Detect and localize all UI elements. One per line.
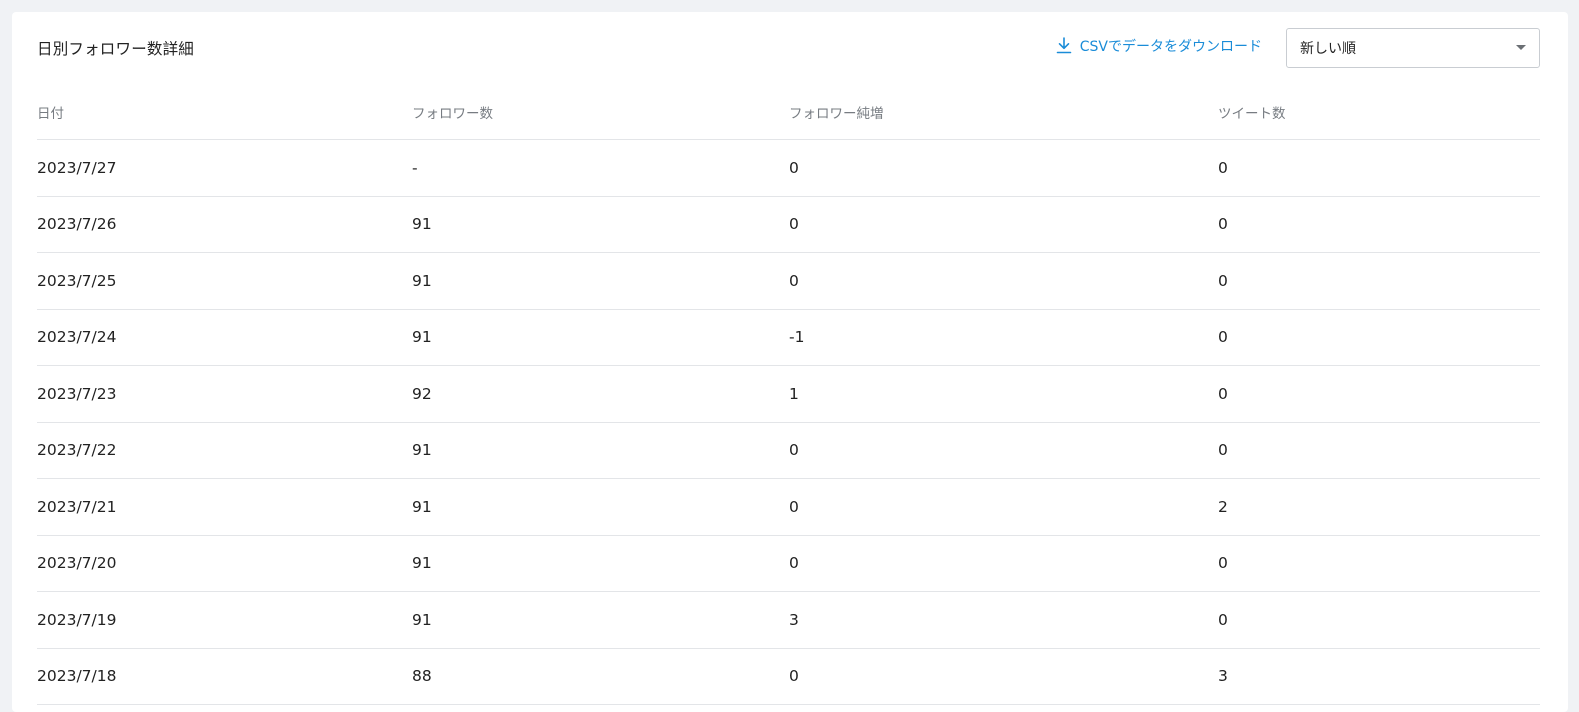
table-header-row: 日付 フォロワー数 フォロワー純増 ツイート数 xyxy=(37,85,1540,140)
column-header-tweets: ツイート数 xyxy=(1218,85,1540,140)
cell-date: 2023/7/27 xyxy=(37,139,412,197)
cell-net-gain: 0 xyxy=(789,478,1218,536)
cell-followers: 91 xyxy=(412,478,789,536)
cell-followers: 92 xyxy=(412,365,789,423)
cell-tweets: 0 xyxy=(1218,422,1540,479)
caret-down-icon xyxy=(1516,45,1526,50)
table-row: 2023/7/21 91 0 2 xyxy=(37,478,1540,536)
sort-order-select[interactable]: 新しい順 xyxy=(1286,28,1540,68)
cell-date: 2023/7/24 xyxy=(37,309,412,366)
cell-followers: 88 xyxy=(412,648,789,705)
cell-tweets: 0 xyxy=(1218,535,1540,592)
cell-net-gain: 1 xyxy=(789,365,1218,423)
table-row: 2023/7/25 91 0 0 xyxy=(37,252,1540,310)
cell-tweets: 0 xyxy=(1218,196,1540,253)
sort-selected-value: 新しい順 xyxy=(1300,41,1356,57)
cell-followers: 91 xyxy=(412,196,789,253)
column-header-date: 日付 xyxy=(37,85,412,140)
cell-tweets: 0 xyxy=(1218,591,1540,649)
card-header: 日別フォロワー数詳細 CSVでデータをダウンロード 新しい順 xyxy=(37,12,1540,85)
cell-tweets: 0 xyxy=(1218,139,1540,197)
cell-followers: 91 xyxy=(412,535,789,592)
cell-tweets: 0 xyxy=(1218,309,1540,366)
table-row: 2023/7/19 91 3 0 xyxy=(37,591,1540,649)
table-row: 2023/7/26 91 0 0 xyxy=(37,196,1540,253)
column-header-net-gain: フォロワー純増 xyxy=(789,85,1218,140)
csv-download-label: CSVでデータをダウンロード xyxy=(1079,39,1262,55)
table-row: 2023/7/18 88 0 3 xyxy=(37,648,1540,705)
cell-tweets: 3 xyxy=(1218,648,1540,705)
cell-followers: 91 xyxy=(412,309,789,366)
table-row: 2023/7/27 - 0 0 xyxy=(37,139,1540,197)
cell-date: 2023/7/26 xyxy=(37,196,412,253)
cell-date: 2023/7/22 xyxy=(37,422,412,479)
cell-net-gain: -1 xyxy=(789,309,1218,366)
cell-net-gain: 0 xyxy=(789,648,1218,705)
cell-date: 2023/7/25 xyxy=(37,252,412,310)
cell-tweets: 2 xyxy=(1218,478,1540,536)
cell-followers: 91 xyxy=(412,591,789,649)
column-header-followers: フォロワー数 xyxy=(412,85,789,140)
cell-followers: 91 xyxy=(412,422,789,479)
page-title: 日別フォロワー数詳細 xyxy=(37,40,195,58)
cell-followers: 91 xyxy=(412,252,789,310)
follower-table: 日付 フォロワー数 フォロワー純増 ツイート数 2023/7/27 - 0 0 … xyxy=(37,85,1540,705)
cell-net-gain: 3 xyxy=(789,591,1218,649)
cell-tweets: 0 xyxy=(1218,365,1540,423)
follower-detail-card: 日別フォロワー数詳細 CSVでデータをダウンロード 新しい順 日付 フォロワー数… xyxy=(12,12,1568,712)
cell-net-gain: 0 xyxy=(789,252,1218,310)
cell-date: 2023/7/23 xyxy=(37,365,412,423)
cell-date: 2023/7/20 xyxy=(37,535,412,592)
cell-net-gain: 0 xyxy=(789,535,1218,592)
cell-tweets: 0 xyxy=(1218,252,1540,310)
cell-date: 2023/7/21 xyxy=(37,478,412,536)
table-row: 2023/7/22 91 0 0 xyxy=(37,422,1540,479)
download-icon xyxy=(1056,37,1072,54)
cell-followers: - xyxy=(412,139,789,197)
cell-date: 2023/7/19 xyxy=(37,591,412,649)
csv-download-link[interactable]: CSVでデータをダウンロード xyxy=(1056,36,1262,56)
table-row: 2023/7/24 91 -1 0 xyxy=(37,309,1540,366)
cell-net-gain: 0 xyxy=(789,422,1218,479)
table-row: 2023/7/20 91 0 0 xyxy=(37,535,1540,592)
table-row: 2023/7/23 92 1 0 xyxy=(37,365,1540,423)
cell-net-gain: 0 xyxy=(789,139,1218,197)
cell-date: 2023/7/18 xyxy=(37,648,412,705)
cell-net-gain: 0 xyxy=(789,196,1218,253)
